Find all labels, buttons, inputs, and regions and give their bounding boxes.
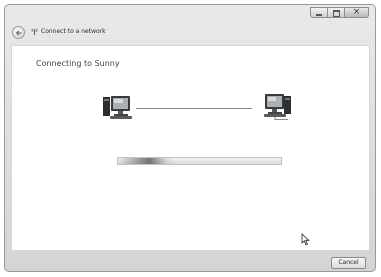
- close-icon: ×: [352, 7, 361, 17]
- close-button[interactable]: ×: [345, 7, 369, 18]
- back-button[interactable]: [12, 26, 25, 39]
- progress-marquee: [118, 158, 176, 164]
- caption-buttons: ×: [310, 7, 369, 18]
- cancel-button[interactable]: Cancel: [331, 257, 366, 269]
- computer-icon: [103, 96, 132, 119]
- minimize-button[interactable]: [310, 7, 328, 18]
- connect-dialog-window: × Connect to a network Connecting to Sun…: [4, 4, 376, 272]
- maximize-button[interactable]: [328, 7, 345, 18]
- connection-status-text: Connecting to Sunny: [36, 59, 120, 68]
- button-bar: Cancel: [5, 251, 375, 271]
- mouse-pointer-icon: [301, 233, 310, 246]
- title-bar: × Connect to a network: [5, 5, 375, 43]
- window-title: Connect to a network: [41, 28, 106, 35]
- back-arrow-icon: [15, 30, 22, 36]
- network-computer-icon: [264, 94, 291, 120]
- connection-progress-bar: [117, 157, 282, 165]
- content-panel: Connecting to Sunny: [11, 45, 370, 251]
- wireless-network-icon: [31, 28, 38, 35]
- connection-line: [136, 108, 252, 109]
